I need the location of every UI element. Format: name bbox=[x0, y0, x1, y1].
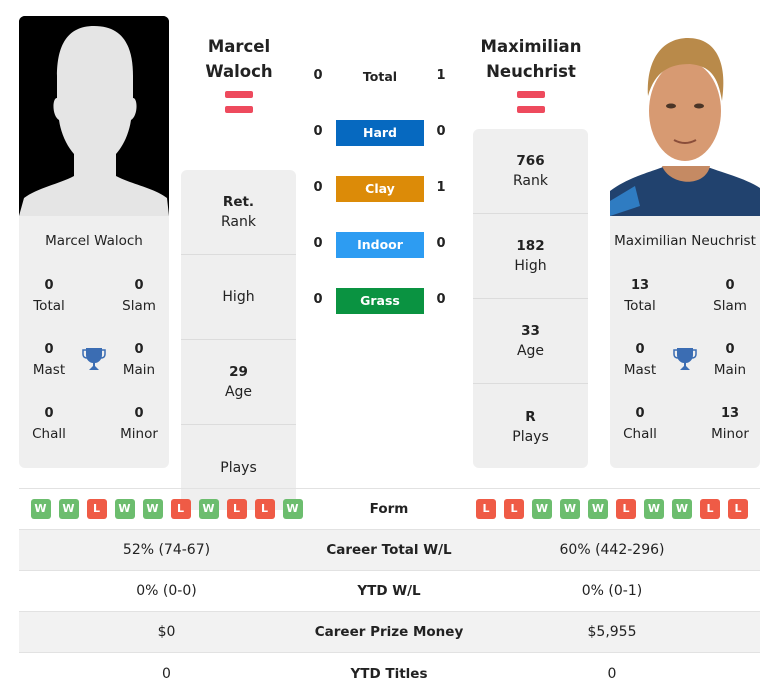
player1-chall-titles: 0 Chall bbox=[32, 406, 66, 442]
p2-indoor-wins: 0 bbox=[436, 236, 446, 251]
form-win-badge[interactable]: W bbox=[644, 499, 664, 519]
ytd-wl-row: 0% (0-0) YTD W/L 0% (0-1) bbox=[19, 571, 760, 612]
h2h-clay-row: 0 Clay 1 bbox=[305, 176, 455, 202]
form-loss-badge[interactable]: L bbox=[476, 499, 496, 519]
p1-hard-wins: 0 bbox=[313, 124, 323, 139]
player2-ytd-titles: 0 bbox=[607, 665, 617, 682]
player2-ytd-wl: 0% (0-1) bbox=[581, 583, 643, 599]
player2-minor-titles: 13 Minor bbox=[711, 406, 749, 442]
player2-main-titles: 0 Main bbox=[713, 342, 747, 378]
player1-minor-titles: 0 Minor bbox=[120, 406, 158, 442]
player2-total-titles: 13 Total bbox=[624, 278, 656, 314]
form-loss-badge[interactable]: L bbox=[728, 499, 748, 519]
surface-hard-badge[interactable]: Hard bbox=[336, 120, 424, 146]
player1-titles-card: Marcel Waloch 0 Total 0 Slam 0 Mast 0 Main 0… bbox=[19, 216, 169, 468]
surface-grass-badge[interactable]: Grass bbox=[336, 288, 424, 314]
h2h-indoor-row: 0 Indoor 0 bbox=[305, 232, 455, 258]
p2-clay-wins: 1 bbox=[436, 180, 446, 195]
player2-name-header[interactable]: Maximilian Neuchrist bbox=[461, 34, 601, 84]
player2-career-wl: 60% (442-296) bbox=[559, 542, 665, 558]
player1-high: High bbox=[181, 255, 296, 340]
player2-prize-money: $5,955 bbox=[587, 624, 637, 640]
form-loss-badge[interactable]: L bbox=[700, 499, 720, 519]
h2h-total-row: 0 Total 1 bbox=[305, 64, 455, 90]
player1-full-name[interactable]: Marcel Waloch bbox=[19, 233, 169, 249]
player1-info-panel: Ret. Rank High 29 Age Plays bbox=[181, 170, 296, 510]
player1-slam-titles: 0 Slam bbox=[122, 278, 156, 314]
player2-titles-card: Maximilian Neuchrist 13 Total 0 Slam 0 Mast… bbox=[610, 216, 760, 468]
player1-career-wl: 52% (74-67) bbox=[122, 542, 211, 558]
player1-form: WWLWWLWLLW bbox=[19, 499, 314, 519]
p2-grass-wins: 0 bbox=[436, 292, 446, 307]
player2-photo[interactable] bbox=[610, 16, 760, 216]
h2h-grass-row: 0 Grass 0 bbox=[305, 288, 455, 314]
form-win-badge[interactable]: W bbox=[588, 499, 608, 519]
player-portrait-icon bbox=[610, 16, 760, 216]
prize-money-label: Career Prize Money bbox=[314, 624, 464, 640]
player1-ytd-titles: 0 bbox=[162, 665, 171, 682]
form-loss-badge[interactable]: L bbox=[504, 499, 524, 519]
form-loss-badge[interactable]: L bbox=[170, 499, 191, 519]
player2-plays: R Plays bbox=[512, 408, 549, 445]
austria-flag-icon bbox=[517, 91, 545, 113]
career-wl-row: 52% (74-67) Career Total W/L 60% (442-29… bbox=[19, 530, 760, 571]
player2-info-panel: 766 Rank 182 High 33 Age R Plays bbox=[473, 129, 588, 468]
p2-hard-wins: 0 bbox=[436, 124, 446, 139]
player2-rank: 766 Rank bbox=[473, 129, 588, 214]
player1-ytd-wl: 0% (0-0) bbox=[136, 583, 197, 599]
h2h-hard-row: 0 Hard 0 bbox=[305, 120, 455, 146]
player1-total-titles: 0 Total bbox=[33, 278, 65, 314]
form-win-badge[interactable]: W bbox=[672, 499, 692, 519]
form-row: WWLWWLWLLW Form LLWWWLWWLL bbox=[19, 489, 760, 530]
prize-money-row: $0 Career Prize Money $5,955 bbox=[19, 612, 760, 653]
ytd-titles-row: 0 YTD Titles 0 bbox=[19, 653, 760, 694]
player1-mast-titles: 0 Mast bbox=[32, 342, 66, 378]
player1-name-header[interactable]: Marcel Waloch bbox=[169, 34, 309, 84]
form-win-badge[interactable]: W bbox=[142, 499, 163, 519]
player2-mast-titles: 0 Mast bbox=[623, 342, 657, 378]
player2-form: LLWWWLWWLL bbox=[464, 499, 760, 519]
form-win-badge[interactable]: W bbox=[198, 499, 219, 519]
form-win-badge[interactable]: W bbox=[114, 499, 135, 519]
player1-prize-money: $0 bbox=[157, 624, 176, 640]
comparison-table: WWLWWLWLLW Form LLWWWLWWLL 52% (74-67) C… bbox=[19, 488, 760, 694]
form-win-badge[interactable]: W bbox=[58, 499, 79, 519]
form-loss-badge[interactable]: L bbox=[254, 499, 275, 519]
form-loss-badge[interactable]: L bbox=[86, 499, 107, 519]
silhouette-icon bbox=[19, 16, 169, 216]
surface-clay-badge[interactable]: Clay bbox=[336, 176, 424, 202]
form-win-badge[interactable]: W bbox=[532, 499, 552, 519]
p1-indoor-wins: 0 bbox=[313, 236, 323, 251]
p1-grass-wins: 0 bbox=[313, 292, 323, 307]
p2-total-wins: 1 bbox=[436, 68, 446, 83]
form-win-badge[interactable]: W bbox=[560, 499, 580, 519]
surface-indoor-badge[interactable]: Indoor bbox=[336, 232, 424, 258]
player2-chall-titles: 0 Chall bbox=[623, 406, 657, 442]
player1-age: 29 Age bbox=[181, 340, 296, 425]
player1-main-titles: 0 Main bbox=[122, 342, 156, 378]
p1-total-wins: 0 bbox=[313, 68, 323, 83]
player1-photo[interactable] bbox=[19, 16, 169, 216]
player2-slam-titles: 0 Slam bbox=[713, 278, 747, 314]
player2-full-name[interactable]: Maximilian Neuchrist bbox=[610, 233, 760, 249]
form-label: Form bbox=[369, 501, 409, 517]
career-wl-label: Career Total W/L bbox=[326, 542, 452, 558]
ytd-wl-label: YTD W/L bbox=[357, 583, 421, 599]
form-loss-badge[interactable]: L bbox=[226, 499, 247, 519]
ytd-titles-label: YTD Titles bbox=[350, 665, 428, 682]
form-win-badge[interactable]: W bbox=[30, 499, 51, 519]
player2-age: 33 Age bbox=[473, 299, 588, 384]
trophy-icon bbox=[673, 346, 697, 372]
form-loss-badge[interactable]: L bbox=[616, 499, 636, 519]
player1-rank: Ret. Rank bbox=[181, 170, 296, 255]
form-win-badge[interactable]: W bbox=[282, 499, 303, 519]
player2-high: 182 High bbox=[473, 214, 588, 299]
p1-clay-wins: 0 bbox=[313, 180, 323, 195]
total-label: Total bbox=[362, 69, 398, 84]
trophy-icon bbox=[82, 346, 106, 372]
austria-flag-icon bbox=[225, 91, 253, 113]
